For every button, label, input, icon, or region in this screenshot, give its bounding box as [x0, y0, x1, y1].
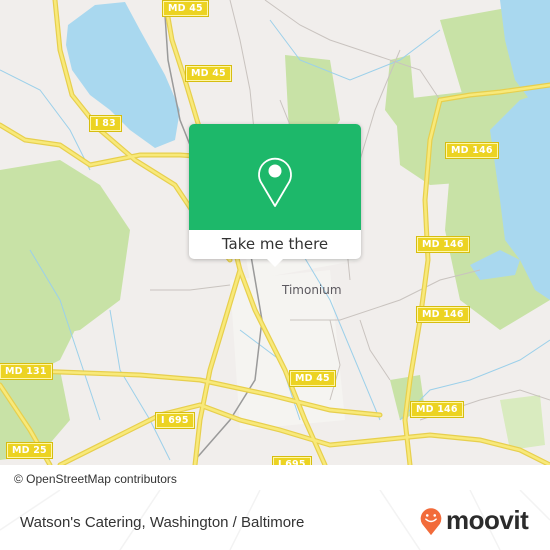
location-popup: Take me there — [189, 124, 361, 267]
road-shield-i695: I 695 — [273, 457, 311, 465]
road-shield-i83: I 83 — [90, 116, 121, 131]
popup-header — [189, 124, 361, 230]
road-shield-md45: MD 45 — [163, 1, 208, 16]
popup-pointer — [266, 258, 284, 267]
road-shield-md131: MD 131 — [0, 364, 52, 379]
road-shield-md146: MD 146 — [417, 237, 469, 252]
location-pin-icon — [258, 157, 292, 207]
map-attribution[interactable]: © OpenStreetMap contributors — [8, 469, 183, 489]
map-view[interactable]: MD 45 MD 45 I 83 MD 146 MD 146 MD 146 MD… — [0, 0, 550, 465]
moovit-brand[interactable]: moovit — [446, 505, 529, 536]
take-me-there-button[interactable]: Take me there — [189, 230, 361, 259]
road-shield-md45: MD 45 — [290, 371, 335, 386]
road-shield-md146: MD 146 — [417, 307, 469, 322]
place-title: Watson's Catering, Washington / Baltimor… — [20, 514, 305, 531]
road-shield-md146: MD 146 — [411, 402, 463, 417]
road-shield-i695: I 695 — [156, 413, 194, 428]
road-shield-md25: MD 25 — [7, 443, 52, 458]
road-shield-md146: MD 146 — [446, 143, 498, 158]
road-shield-md45: MD 45 — [186, 66, 231, 81]
place-label-timonium: Timonium — [282, 283, 342, 297]
moovit-logo-icon — [420, 508, 442, 536]
